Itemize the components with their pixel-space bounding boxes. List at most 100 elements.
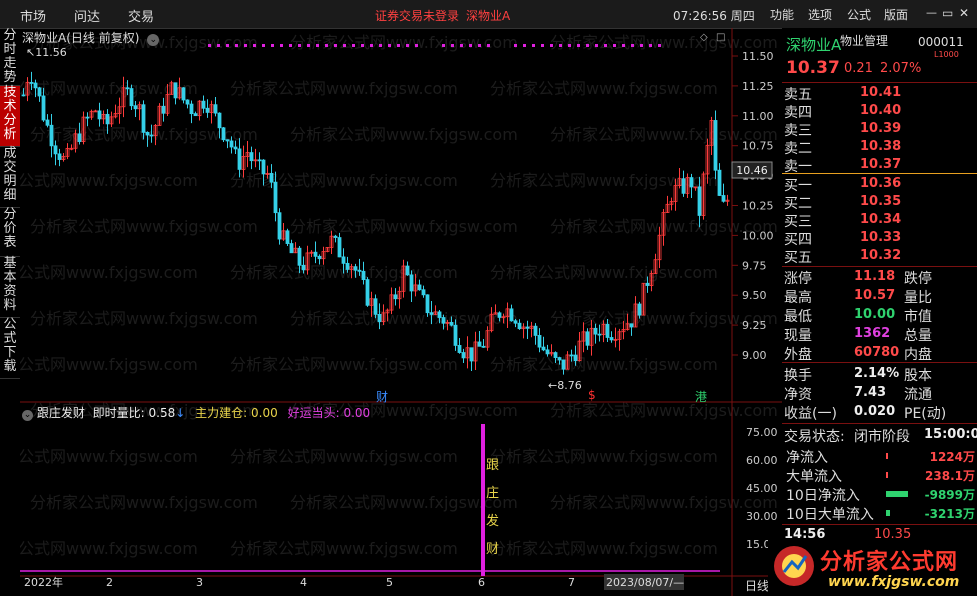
signal-dot xyxy=(253,44,256,47)
period-label[interactable]: 日线 xyxy=(745,577,769,594)
signal-dot xyxy=(406,44,409,47)
price-tick: 10.25 xyxy=(742,200,774,213)
watermark-text: 分析家公式网www.fxjgsw.com xyxy=(30,217,258,236)
date-label: 2023/08/07/— xyxy=(606,576,684,589)
candle-body xyxy=(517,322,522,330)
chevron-down-icon[interactable]: ⌄ xyxy=(147,34,160,46)
kline-chart[interactable]: 分析家公式网www.fxjgsw.com 分析家公式网www.fxjgsw.com… xyxy=(20,28,782,596)
candle-body xyxy=(377,313,382,323)
signal-dot xyxy=(586,44,589,47)
signal-dot xyxy=(361,44,364,47)
candle-body xyxy=(317,255,322,260)
maximize-icon[interactable]: ▭ xyxy=(942,6,953,20)
signal-text: 跟庄发财 xyxy=(486,458,500,557)
watermark-text: 分析家公式网www.fxjgsw.com xyxy=(20,447,198,466)
tab-formula-download[interactable]: 公式下载 xyxy=(0,318,20,379)
candle-body xyxy=(573,354,578,362)
close-icon[interactable]: ✕ xyxy=(959,6,969,20)
signal-dot xyxy=(244,44,247,47)
event-mark-dividend[interactable]: $ xyxy=(588,388,596,402)
quote-industry[interactable]: 物业管理 xyxy=(840,32,888,49)
menu-trade[interactable]: 交易 xyxy=(128,6,154,25)
current-price-tag: 10.46 xyxy=(736,164,768,177)
chevron-down-icon[interactable]: ⌄ xyxy=(22,410,33,421)
quote-row-label: 收益(一) xyxy=(784,406,837,422)
tab-intraday[interactable]: 分时走势 xyxy=(0,29,20,86)
quote-panel: 深物业A 物业管理 000011 L1000 10.37 0.21 2.07% … xyxy=(782,28,977,596)
login-status[interactable]: 证券交易未登录 xyxy=(375,7,459,24)
event-mark-finance[interactable]: 财 xyxy=(376,388,388,405)
signal-dot xyxy=(262,44,265,47)
signal-dot xyxy=(334,44,337,47)
candle-body xyxy=(361,270,366,281)
candle-body xyxy=(145,131,150,136)
signal-dot xyxy=(577,44,580,47)
quote-row-label: 卖二 xyxy=(784,141,812,157)
indicator-tick: 60.00 xyxy=(746,454,778,467)
signal-dot xyxy=(352,44,355,47)
signal-dot xyxy=(460,44,463,47)
menu-options[interactable]: 选项 xyxy=(808,6,832,23)
signal-dot xyxy=(640,44,643,47)
diamond-icon[interactable]: ◇ xyxy=(700,32,708,43)
candle-body xyxy=(33,82,38,89)
high-marker: ↖11.56 xyxy=(26,46,67,59)
tab-technical[interactable]: 技术分析 xyxy=(0,86,20,147)
watermark-text: 分析家公式网www.fxjgsw.com xyxy=(290,309,518,328)
quote-row-label: 最低 xyxy=(784,309,812,325)
menu-layout[interactable]: 版面 xyxy=(884,6,908,23)
candle-body xyxy=(141,104,146,133)
candle-body xyxy=(57,153,62,160)
watermark-text: 分析家公式网www.fxjgsw.com xyxy=(490,539,718,558)
candle-body xyxy=(189,103,194,115)
menu-market[interactable]: 市场 xyxy=(20,6,46,25)
candle-body xyxy=(341,256,346,264)
quote-row-value: 10.57 xyxy=(854,288,896,303)
watermark-text: 分析家公式网www.fxjgsw.com xyxy=(230,355,458,374)
quote-row-value: 11.18 xyxy=(854,269,896,284)
signal-dot xyxy=(469,44,472,47)
candle-body xyxy=(173,82,178,99)
price-tick: 9.00 xyxy=(742,349,767,362)
signal-dot xyxy=(487,44,490,47)
event-mark-hk[interactable]: 港 xyxy=(695,388,707,405)
candle-body xyxy=(229,140,234,148)
candle-body xyxy=(497,312,502,318)
signal-dot xyxy=(550,44,553,47)
candle-body xyxy=(237,148,242,170)
menu-wenda[interactable]: 问达 xyxy=(74,6,100,25)
clock: 07:26:56 周四 xyxy=(673,9,755,23)
candle-body xyxy=(185,99,190,105)
menu-formula[interactable]: 公式 xyxy=(847,6,871,23)
quote-row-label: 净资 xyxy=(784,387,812,403)
date-label: 5 xyxy=(386,576,393,589)
candle-body xyxy=(221,127,226,141)
quote-row-right-label: 股本 xyxy=(904,368,932,384)
candle-body xyxy=(41,95,46,121)
candle-body xyxy=(37,87,42,97)
candle-body xyxy=(689,177,694,188)
top-menu-bar: 市场 问达 交易 证券交易未登录 深物业A 07:26:56 周四 功能 选项 … xyxy=(0,0,977,29)
minimize-icon[interactable]: — xyxy=(926,6,937,19)
signal-dot xyxy=(631,44,634,47)
tab-trade-detail[interactable]: 成交明细 xyxy=(0,147,20,208)
square-icon[interactable]: □ xyxy=(716,32,725,43)
menu-function[interactable]: 功能 xyxy=(770,6,794,23)
candle-body xyxy=(29,82,34,84)
candle-body xyxy=(129,88,134,107)
candle-body xyxy=(45,119,50,126)
signal-dot xyxy=(325,44,328,47)
candle-body xyxy=(149,134,154,137)
logo-text: 分析家公式网 xyxy=(820,550,959,575)
watermark-text: 分析家公式网www.fxjgsw.com xyxy=(290,217,518,236)
price-tick: 11.50 xyxy=(742,50,774,63)
logo-emblem-icon xyxy=(774,546,814,586)
date-label: 2 xyxy=(106,576,113,589)
logo-url: www.fxjgsw.com xyxy=(828,574,960,590)
candle-body xyxy=(525,326,530,329)
tab-price-table[interactable]: 分价表 xyxy=(0,208,20,257)
quote-row-value: 10.34 xyxy=(860,212,902,227)
quote-row-label: 买三 xyxy=(784,214,812,230)
tab-basic-info[interactable]: 基本资料 xyxy=(0,257,20,318)
watermark-text: 分析家公式网www.fxjgsw.com xyxy=(490,355,718,374)
